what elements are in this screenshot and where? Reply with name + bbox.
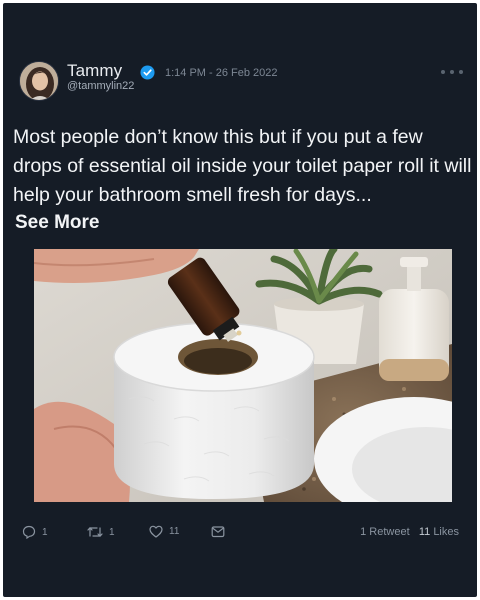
reply-count: 1 [42, 526, 48, 538]
tweet-card: Tammy 1:14 PM - 26 Feb 2022 @tammylin22 … [3, 3, 477, 597]
avatar-photo [20, 62, 58, 100]
toilet-paper-photo [34, 249, 452, 502]
engagement-stats: 1 Retweet 11 Likes [360, 526, 459, 538]
reply-button[interactable]: 1 [22, 525, 48, 539]
retweets-count[interactable]: 1 [360, 526, 366, 538]
author-name[interactable]: Tammy [67, 61, 122, 81]
verified-badge-icon [140, 65, 155, 80]
retweet-icon [87, 527, 103, 537]
likes-count[interactable]: 11 [419, 526, 430, 538]
retweet-button[interactable]: 1 [87, 525, 115, 539]
like-button[interactable]: 11 [149, 525, 179, 538]
tweet-text: Most people don’t know this but if you p… [13, 126, 472, 206]
like-icon [149, 525, 163, 538]
share-icon [211, 526, 225, 538]
retweets-label[interactable]: Retweet [369, 526, 409, 538]
like-count: 11 [169, 526, 180, 537]
reply-icon [22, 525, 36, 539]
author-handle[interactable]: @tammylin22 [67, 80, 134, 92]
avatar[interactable] [19, 61, 59, 101]
see-more-link[interactable]: See More [15, 212, 99, 234]
likes-label[interactable]: Likes [433, 526, 459, 538]
retweet-count: 1 [109, 526, 115, 538]
timestamp[interactable]: 1:14 PM - 26 Feb 2022 [165, 67, 278, 79]
more-icon[interactable] [441, 69, 463, 75]
share-button[interactable] [211, 525, 225, 538]
tweet-image[interactable] [34, 249, 452, 502]
